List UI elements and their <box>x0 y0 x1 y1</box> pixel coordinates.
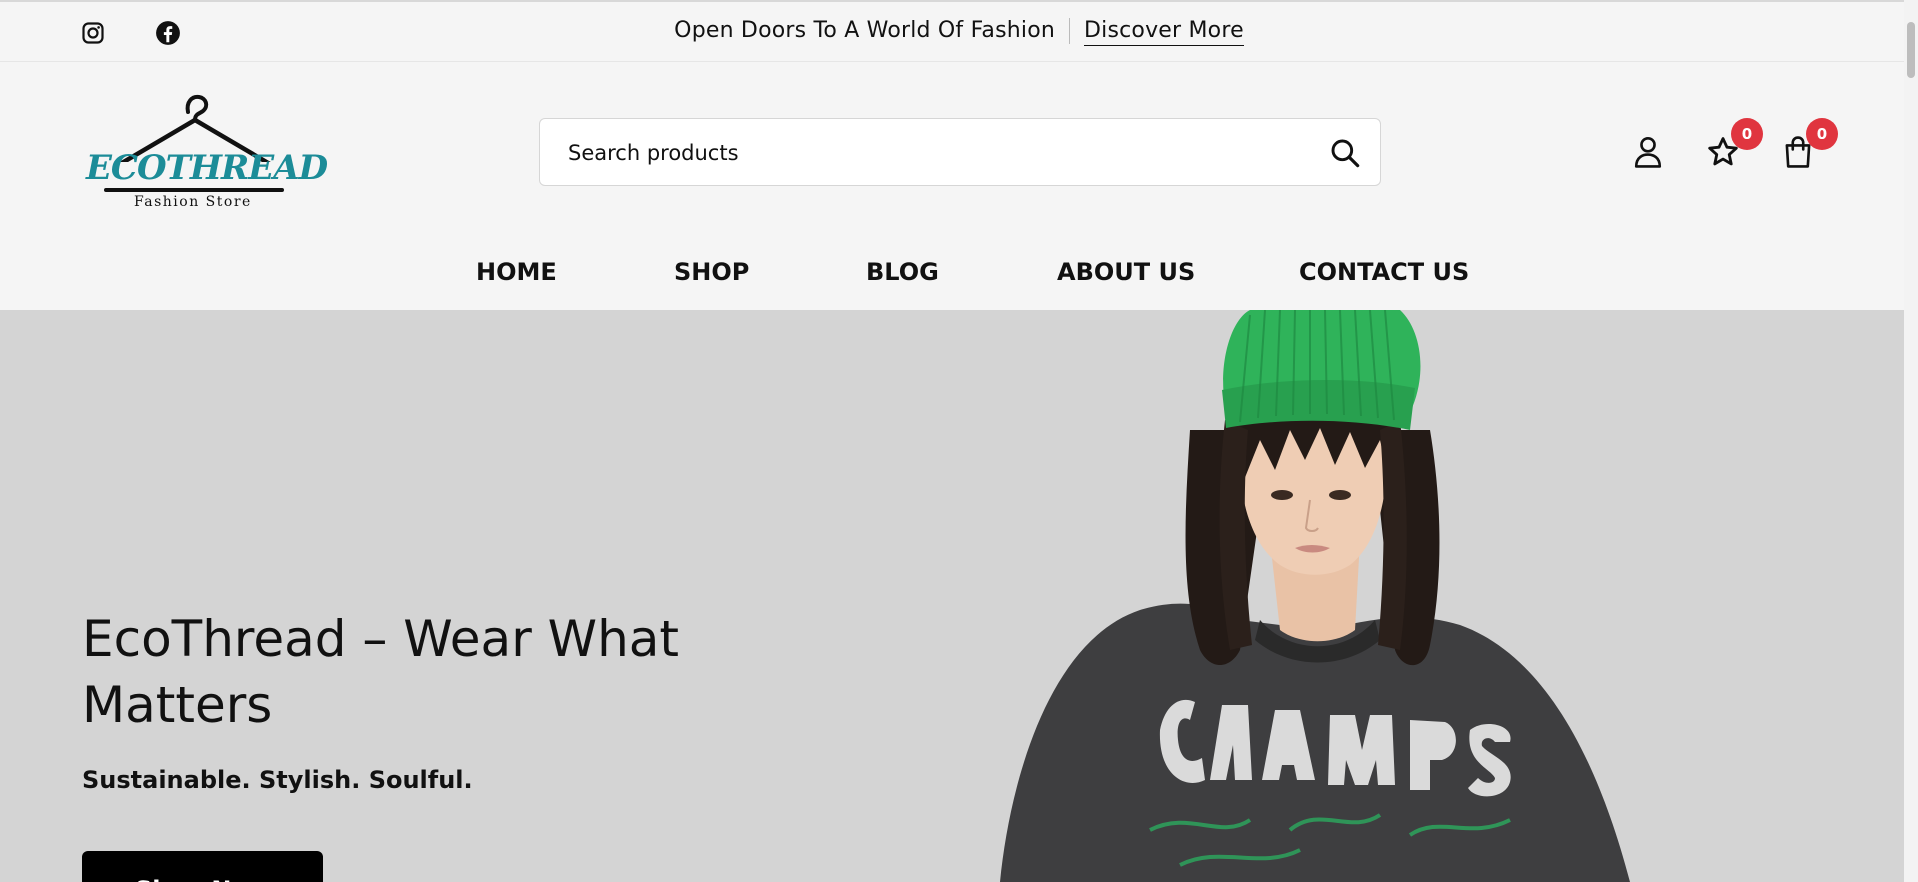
user-icon <box>1634 136 1662 168</box>
shop-now-button[interactable]: Shop Now <box>82 851 323 882</box>
hero-title: EcoThread – Wear What Matters <box>82 610 680 734</box>
search-bar <box>539 118 1381 187</box>
top-announcement-bar: Open Doors To A World Of Fashion Discover… <box>0 0 1918 62</box>
site-header: ECOTHREAD Fashion Store 0 0 HOME SHOP BL… <box>0 62 1918 310</box>
wishlist-count-badge: 0 <box>1731 118 1763 150</box>
site-logo[interactable]: ECOTHREAD Fashion Store <box>82 92 328 212</box>
promo-banner: Open Doors To A World Of Fashion Discover… <box>0 18 1918 46</box>
nav-item-home[interactable]: HOME <box>476 258 557 286</box>
page-scrollbar[interactable] <box>1904 0 1918 882</box>
wishlist-button[interactable]: 0 <box>1703 118 1763 172</box>
nav-item-about-us[interactable]: ABOUT US <box>1057 258 1195 286</box>
account-button[interactable] <box>1628 132 1668 172</box>
logo-wordmark: ECOTHREAD <box>86 148 328 188</box>
search-input[interactable] <box>566 119 1310 187</box>
nav-item-blog[interactable]: BLOG <box>866 258 939 286</box>
nav-item-contact-us[interactable]: CONTACT US <box>1299 258 1469 286</box>
cart-count-badge: 0 <box>1806 118 1838 150</box>
hero-subtitle: Sustainable. Stylish. Soulful. <box>82 766 473 794</box>
promo-text: Open Doors To A World Of Fashion <box>674 18 1056 43</box>
nav-item-shop[interactable]: SHOP <box>674 258 749 286</box>
logo-tagline: Fashion Store <box>134 194 252 210</box>
search-icon <box>1331 139 1360 168</box>
cart-button[interactable]: 0 <box>1778 118 1838 172</box>
search-button[interactable] <box>1328 136 1362 170</box>
discover-more-link[interactable]: Discover More <box>1084 18 1244 46</box>
main-nav: HOME SHOP BLOG ABOUT US CONTACT US <box>0 258 1918 288</box>
scrollbar-thumb[interactable] <box>1907 22 1915 78</box>
hero-model-image <box>1000 310 1630 882</box>
hero-banner: EcoThread – Wear What Matters Sustainabl… <box>0 310 1918 882</box>
promo-divider <box>1069 18 1071 44</box>
